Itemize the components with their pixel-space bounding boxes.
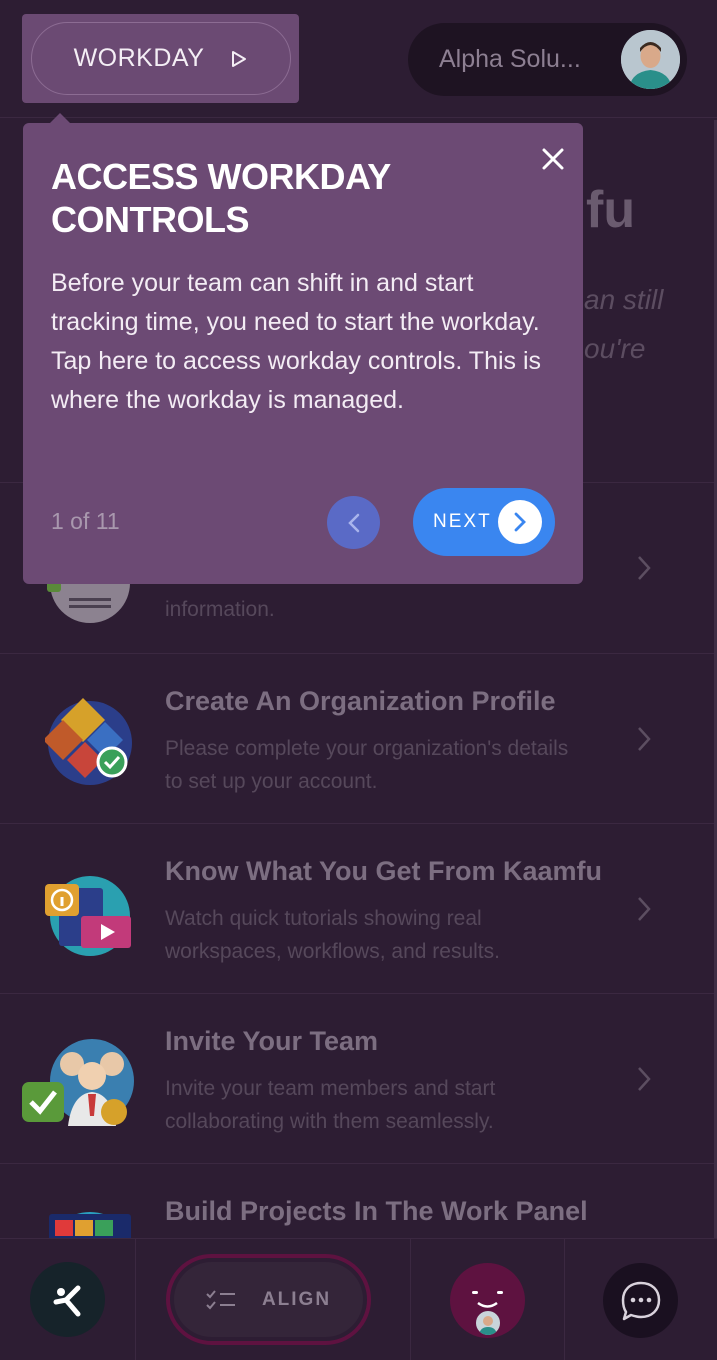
task-title: Invite Your Team [165, 1026, 379, 1056]
close-icon[interactable] [540, 146, 566, 172]
tooltip-step-counter: 1 of 11 [51, 508, 120, 534]
task-title: Build Projects In The Work Panel [165, 1196, 588, 1226]
hero-title-fragment: fu [586, 181, 636, 239]
align-button[interactable]: ALIGN [166, 1254, 371, 1345]
user-avatar-small [474, 1309, 502, 1337]
align-label: ALIGN [261, 1288, 332, 1310]
play-icon [232, 50, 247, 67]
team-invite-icon [22, 1036, 137, 1126]
hero-subtitle-fragment-1: an still [584, 284, 664, 315]
mood-button[interactable] [450, 1263, 525, 1338]
chevron-right-icon [638, 556, 651, 580]
tooltip-body: Before your team can shift in and start … [51, 269, 542, 414]
user-avatar[interactable] [621, 30, 680, 89]
chevron-left-icon [347, 513, 359, 532]
organization-switcher[interactable]: Alpha Solu... [408, 23, 687, 96]
task-desc: information. [165, 598, 275, 621]
task-row-invite-team[interactable]: Invite Your Team Invite your team member… [0, 993, 717, 1164]
chevron-right-icon [638, 897, 651, 921]
task-desc: Please complete your organization's deta… [165, 737, 569, 793]
task-desc: Watch quick tutorials showing real works… [165, 907, 500, 963]
chat-bubble-icon [621, 1281, 660, 1320]
top-header: WORKDAY Alpha Solu... [0, 0, 717, 118]
bottom-navigation: ALIGN [0, 1238, 717, 1360]
previous-button[interactable] [327, 496, 380, 549]
kaamfu-logo-icon [53, 1285, 80, 1316]
task-desc: Invite your team members and start colla… [165, 1077, 496, 1133]
next-label: NEXT [433, 511, 492, 532]
task-row-organization[interactable]: Create An Organization Profile Please co… [0, 653, 717, 824]
nav-divider [564, 1239, 565, 1360]
next-arrow [498, 500, 542, 544]
chevron-right-icon [638, 727, 651, 751]
chevron-right-icon [638, 1067, 651, 1091]
work-panel-icon [45, 1204, 135, 1239]
organization-icon [43, 696, 135, 786]
tooltip-title: ACCESS WORKDAY CONTROLS [51, 156, 391, 240]
workday-label: WORKDAY [73, 44, 205, 72]
workday-button[interactable]: WORKDAY [31, 22, 291, 95]
person-avatar-icon [479, 1316, 497, 1335]
task-row-tutorials[interactable]: Know What You Get From Kaamfu Watch quic… [0, 823, 717, 994]
tutorials-icon [45, 866, 135, 956]
hero-subtitle-fragment-2: ou're [584, 333, 646, 364]
nav-divider [410, 1239, 411, 1360]
chevron-right-icon [514, 512, 526, 532]
next-button[interactable]: NEXT [413, 488, 555, 556]
nav-divider [135, 1239, 136, 1360]
task-title: Create An Organization Profile [165, 686, 556, 716]
person-avatar-icon [621, 30, 680, 89]
checklist-icon [206, 1289, 235, 1309]
organization-name: Alpha Solu... [439, 45, 581, 73]
kaamfu-home-button[interactable] [30, 1262, 105, 1337]
task-title: Know What You Get From Kaamfu [165, 856, 603, 886]
chat-button[interactable] [603, 1263, 678, 1338]
